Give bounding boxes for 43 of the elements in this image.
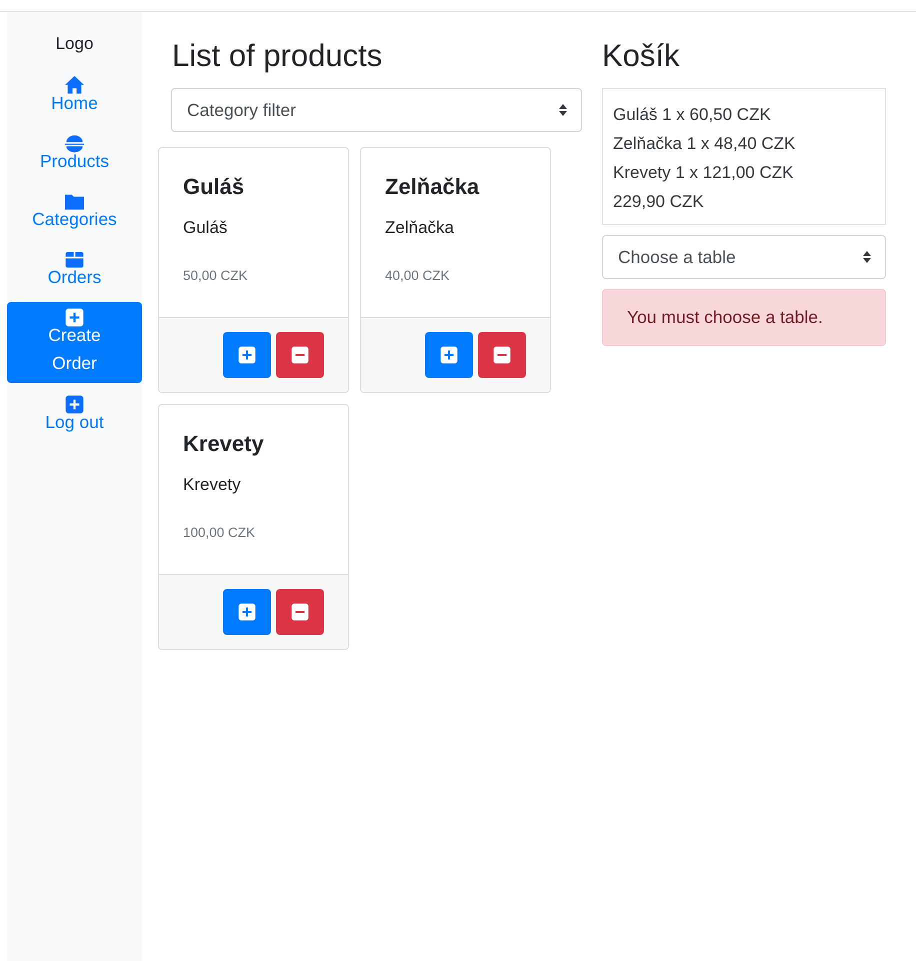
cart-line: Zelňačka 1 x 48,40 CZK bbox=[613, 133, 796, 155]
plus-square-icon bbox=[65, 308, 84, 327]
cart-heading: Košík bbox=[602, 38, 681, 74]
table-select[interactable]: Choose a table bbox=[602, 235, 886, 279]
page-heading: List of products bbox=[172, 38, 384, 74]
bowl-icon bbox=[65, 134, 84, 153]
plus-square-icon bbox=[238, 603, 256, 621]
add-button[interactable] bbox=[425, 332, 473, 378]
box-icon bbox=[65, 250, 84, 269]
add-button[interactable] bbox=[223, 332, 271, 378]
card-description: Zelňačka bbox=[385, 218, 455, 238]
cart-line: Krevety 1 x 121,00 CZK bbox=[613, 162, 794, 184]
minus-square-icon bbox=[493, 346, 511, 364]
plus-square-icon bbox=[238, 346, 256, 364]
nav-item[interactable]: Orders bbox=[28, 244, 121, 296]
remove-button[interactable] bbox=[276, 332, 324, 378]
plus-square-icon bbox=[65, 395, 84, 414]
card-title: Guláš bbox=[183, 174, 246, 200]
card-description: Krevety bbox=[183, 475, 242, 495]
price: 40,00 CZK bbox=[385, 268, 451, 283]
nav-item[interactable]: Create Order bbox=[7, 302, 142, 383]
home-icon bbox=[65, 76, 84, 95]
plus-square-icon bbox=[440, 346, 458, 364]
nav-item[interactable]: Products bbox=[28, 128, 121, 180]
logo: Logo bbox=[54, 34, 94, 54]
folder-icon bbox=[65, 192, 84, 211]
card-title: Krevety bbox=[183, 431, 265, 457]
remove-button[interactable] bbox=[478, 332, 526, 378]
price: 50,00 CZK bbox=[183, 268, 249, 283]
add-button[interactable] bbox=[223, 589, 271, 635]
nav-item[interactable]: Home bbox=[28, 70, 121, 122]
nav-item[interactable]: Log out bbox=[28, 389, 121, 441]
minus-square-icon bbox=[291, 603, 309, 621]
minus-square-icon bbox=[291, 346, 309, 364]
cart-line: 229,90 CZK bbox=[613, 191, 705, 213]
price: 100,00 CZK bbox=[183, 525, 256, 540]
nav-item[interactable]: Categories bbox=[28, 186, 121, 238]
remove-button[interactable] bbox=[276, 589, 324, 635]
card-description: Guláš bbox=[183, 218, 228, 238]
card-title: Zelňačka bbox=[385, 174, 480, 200]
cart-line: Guláš 1 x 60,50 CZK bbox=[613, 104, 772, 126]
error-alert: You must choose a table. bbox=[602, 289, 886, 346]
category-filter-select[interactable]: Category filter bbox=[171, 88, 582, 132]
